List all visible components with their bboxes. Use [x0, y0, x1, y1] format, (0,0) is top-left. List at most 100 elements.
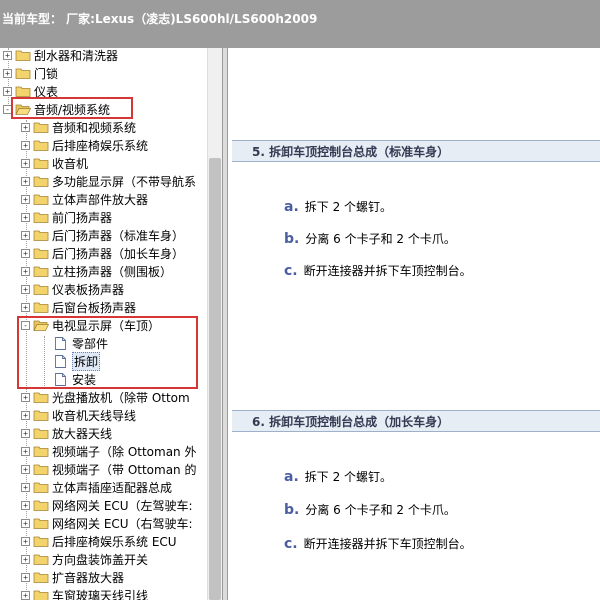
tree-item[interactable]: + 仪表板扬声器 [21, 280, 124, 298]
step-text: 分离 6 个卡子和 2 个卡爪。 [305, 503, 456, 517]
expand-icon[interactable]: + [3, 86, 12, 96]
expand-icon[interactable]: + [21, 302, 30, 312]
tree-item[interactable]: + 收音机天线导线 [21, 406, 136, 424]
expand-icon[interactable]: + [21, 518, 30, 528]
tree-item[interactable]: + 前门扬声器 [21, 208, 112, 226]
tree-item[interactable]: + 音频和视频系统 [21, 118, 136, 136]
folder-icon [33, 212, 49, 223]
tree-item-label: 后门扬声器（加长车身） [52, 246, 185, 261]
tree-item-label: 网络网关 ECU（左驾驶车: [52, 498, 193, 513]
tree-item[interactable]: + 视频端子（除 Ottoman 外 [21, 442, 196, 460]
tree-item[interactable]: + 车窗玻璃天线引线 [21, 586, 148, 600]
tree-item[interactable]: + 后排座椅娱乐系统 [21, 136, 148, 154]
section-title-standard-body: 5. 拆卸车顶控制台总成（标准车身） [232, 140, 600, 162]
tree-item[interactable]: + 后门扬声器（标准车身） [21, 226, 184, 244]
expand-icon[interactable]: + [3, 68, 12, 78]
tree-item[interactable]: + 立体声插座适配器总成 [21, 478, 172, 496]
expand-icon[interactable]: + [21, 158, 30, 168]
expand-icon[interactable]: + [21, 230, 30, 240]
tree-item[interactable]: + 网络网关 ECU（右驾驶车: [21, 514, 193, 532]
expand-icon[interactable]: + [21, 140, 30, 150]
folder-icon [33, 158, 49, 169]
tree-item[interactable]: + 门锁 [3, 64, 58, 82]
tree-item[interactable]: + 放大器天线 [21, 424, 112, 442]
folder-icon [33, 518, 49, 529]
tree-item-label: 音频和视频系统 [52, 120, 137, 135]
expand-icon[interactable]: + [21, 554, 30, 564]
expand-icon[interactable]: + [21, 590, 30, 600]
expand-icon[interactable]: + [21, 464, 30, 474]
tree-item-label: 立体声插座适配器总成 [52, 480, 173, 495]
expand-icon[interactable]: + [21, 500, 30, 510]
highlight-box-tv-display [17, 316, 198, 389]
tree-item-label: 立体声部件放大器 [52, 192, 149, 207]
tree-item-label: 前门扬声器 [52, 210, 113, 225]
expand-icon[interactable]: + [21, 536, 30, 546]
folder-icon [33, 140, 49, 151]
step-letter: b. [284, 230, 300, 247]
folder-icon [15, 86, 31, 97]
tree-item-label: 方向盘装饰盖开关 [52, 552, 149, 567]
folder-icon [33, 554, 49, 565]
tree-item[interactable]: + 收音机 [21, 154, 88, 172]
expand-icon[interactable]: + [21, 392, 30, 402]
expand-icon[interactable]: + [21, 176, 30, 186]
step-item: c. 断开连接器并拆下车顶控制台。 [284, 262, 472, 279]
tree-item-label: 放大器天线 [52, 426, 113, 441]
step-letter: a. [284, 198, 299, 215]
section-title-long-body: 6. 拆卸车顶控制台总成（加长车身） [232, 410, 600, 432]
folder-icon [33, 284, 49, 295]
expand-icon[interactable]: + [3, 50, 12, 60]
expand-icon[interactable]: + [21, 284, 30, 294]
tree-item[interactable]: + 立体声部件放大器 [21, 190, 148, 208]
folder-icon [33, 482, 49, 493]
document-content: 5. 拆卸车顶控制台总成（标准车身） a. 拆下 2 个螺钉。 b. 分离 6 … [228, 48, 600, 600]
highlight-box-audio-video [11, 97, 133, 119]
tree-item[interactable]: + 扩音器放大器 [21, 568, 124, 586]
tree-item[interactable]: + 刮水器和清洗器 [3, 48, 118, 64]
tree-item[interactable]: + 后门扬声器（加长车身） [21, 244, 184, 262]
tree-item-label: 后门扬声器（标准车身） [52, 228, 185, 243]
tree-item[interactable]: + 立柱扬声器（侧围板） [21, 262, 172, 280]
folder-icon [33, 248, 49, 259]
tree-item-label: 立柱扬声器（侧围板） [52, 264, 173, 279]
tree-item[interactable]: + 后排座椅娱乐系统 ECU [21, 532, 177, 550]
expand-icon[interactable]: + [21, 248, 30, 258]
expand-icon[interactable]: + [21, 482, 30, 492]
tree-item-label: 收音机 [52, 156, 89, 171]
step-letter: b. [284, 501, 300, 518]
tree-item[interactable]: + 方向盘装饰盖开关 [21, 550, 148, 568]
title-bar: 当前车型： 厂家:Lexus（凌志)LS600hl/LS600h2009 [0, 0, 600, 48]
step-item: a. 拆下 2 个螺钉。 [284, 198, 392, 215]
tree-item[interactable]: + 多功能显示屏（不带导航系 [21, 172, 196, 190]
tree-item[interactable]: + 网络网关 ECU（左驾驶车: [21, 496, 193, 514]
expand-icon[interactable]: + [21, 572, 30, 582]
expand-icon[interactable]: + [21, 122, 30, 132]
tree-item[interactable]: + 视频端子（带 Ottoman 的 [21, 460, 196, 478]
expand-icon[interactable]: + [21, 428, 30, 438]
step-item: b. 分离 6 个卡子和 2 个卡爪。 [284, 230, 456, 247]
expand-icon[interactable]: + [21, 446, 30, 456]
step-item: b. 分离 6 个卡子和 2 个卡爪。 [284, 501, 456, 518]
folder-icon [15, 50, 31, 61]
tree-item[interactable]: + 光盘播放机（除带 Ottom [21, 388, 190, 406]
tree-scrollbar-thumb[interactable] [209, 158, 221, 600]
expand-icon[interactable]: + [21, 410, 30, 420]
expand-icon[interactable]: + [21, 266, 30, 276]
step-letter: c. [284, 262, 298, 279]
folder-icon [33, 428, 49, 439]
tree-item-label: 扩音器放大器 [52, 570, 125, 585]
step-item: a. 拆下 2 个螺钉。 [284, 468, 392, 485]
step-text: 拆下 2 个螺钉。 [304, 200, 393, 214]
tree-item-label: 车窗玻璃天线引线 [52, 588, 149, 600]
folder-icon [33, 572, 49, 583]
expand-icon[interactable]: + [21, 212, 30, 222]
tree-item-label: 门锁 [34, 66, 59, 81]
tree-item-label: 收音机天线导线 [52, 408, 137, 423]
tree-item[interactable]: + 后窗台板扬声器 [21, 298, 136, 316]
tree-item-label: 光盘播放机（除带 Ottom [52, 390, 190, 405]
tree-item-label: 视频端子（除 Ottoman 外 [52, 444, 197, 459]
expand-icon[interactable]: + [21, 194, 30, 204]
folder-icon [33, 410, 49, 421]
folder-icon [33, 194, 49, 205]
